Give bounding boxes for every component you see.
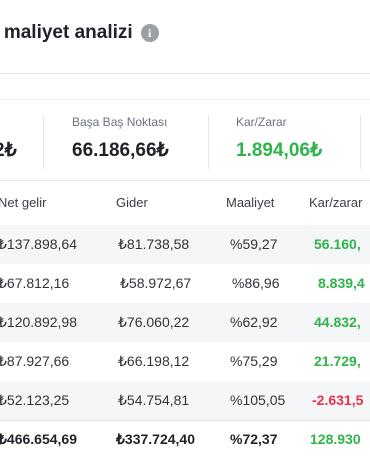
expense-cell: ₺81.738,58	[118, 236, 190, 252]
total-profit-loss: 128.930	[310, 431, 361, 447]
cost-ratio-cell: %105,05	[230, 392, 286, 408]
table-row: ₺87.927,66 ₺66.198,12 %75,29 21.729,	[0, 342, 370, 381]
expense-cell: ₺76.060,22	[118, 314, 190, 330]
profit-loss-cell: 21.729,	[314, 353, 361, 369]
column-header: Kar/zarar	[309, 195, 363, 210]
divider	[0, 180, 370, 181]
net-income-cell: ₺137.898,64	[0, 236, 77, 252]
stat-breakeven: Başa Baş Noktası 66.186,66₺	[72, 115, 169, 171]
divider	[360, 115, 361, 169]
profit-loss-cell: 44.832,	[314, 314, 361, 330]
stat-label: Başa Baş Noktası	[72, 115, 168, 129]
profit-loss-cell: 8.839,4	[318, 275, 365, 291]
net-income-cell: ₺52.123,25	[0, 392, 70, 408]
table-row: ₺120.892,98 ₺76.060,22 %62,92 44.832,	[0, 303, 370, 342]
total-expense: ₺337.724,40	[116, 431, 195, 447]
divider	[0, 73, 370, 74]
table-row: ₺67.812,16 ₺58.972,67 %86,96 8.839,4	[0, 264, 370, 303]
table-total-row: ₺466.654,69 ₺337.724,40 %72,37 128.930	[0, 420, 370, 457]
cost-ratio-cell: %59,27	[230, 236, 278, 252]
net-income-cell: ₺67.812,16	[0, 275, 70, 291]
stat-profit-loss: Kar/Zarar 1.894,06₺	[236, 115, 322, 171]
divider	[43, 115, 44, 169]
page-title-row: ş maliyet analizi i	[0, 22, 159, 44]
expense-cell: ₺58.972,67	[120, 275, 192, 291]
divider	[208, 115, 209, 169]
stat-value: 2₺	[0, 140, 17, 161]
info-icon[interactable]: i	[140, 24, 159, 42]
total-net-income: ₺466.654,69	[0, 431, 77, 447]
table-row: ₺137.898,64 ₺81.738,58 %59,27 56.160,	[0, 225, 370, 264]
table-header: Net gelir Gider Maaliyet Kar/zarar	[0, 195, 370, 225]
profit-loss-cell: -2.631,5	[312, 392, 364, 408]
page-title: ş maliyet analizi	[0, 22, 133, 43]
column-header: Net gelir	[0, 195, 47, 210]
stat-value: 66.186,66₺	[72, 140, 169, 161]
profit-loss-cell: 56.160,	[314, 236, 361, 252]
stat-value: 1.894,06₺	[236, 140, 323, 161]
column-header: Maaliyet	[226, 195, 275, 210]
cost-ratio-cell: %75,29	[230, 353, 278, 369]
expense-cell: ₺66.198,12	[118, 353, 190, 369]
cost-ratio-cell: %62,92	[230, 314, 278, 330]
column-header: Gider	[116, 195, 148, 210]
total-cost-ratio: %72,37	[230, 431, 278, 447]
stat-item: 2₺	[0, 115, 17, 171]
stat-label: Kar/Zarar	[236, 115, 287, 129]
divider	[0, 99, 370, 100]
cost-ratio-cell: %86,96	[232, 275, 280, 291]
table-row: ₺52.123,25 ₺54.754,81 %105,05 -2.631,5	[0, 381, 370, 420]
net-income-cell: ₺87.927,66	[0, 353, 70, 369]
expense-cell: ₺54.754,81	[118, 392, 190, 408]
net-income-cell: ₺120.892,98	[0, 314, 77, 330]
stats-summary: 2₺ Başa Baş Noktası 66.186,66₺ Kar/Zarar…	[0, 115, 370, 171]
